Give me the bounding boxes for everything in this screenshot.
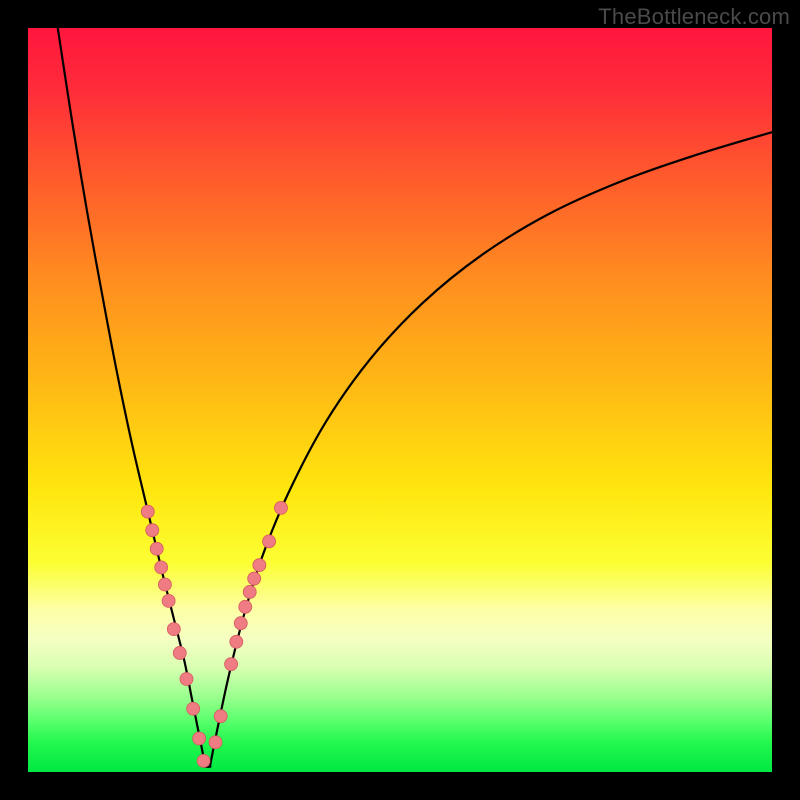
data-point (274, 501, 287, 514)
data-point (187, 702, 200, 715)
curve-group (58, 28, 772, 767)
data-point (158, 578, 171, 591)
chart-svg (28, 28, 772, 772)
data-point (248, 572, 261, 585)
watermark-text: TheBottleneck.com (598, 4, 790, 30)
data-point (162, 594, 175, 607)
data-point (155, 561, 168, 574)
data-point (197, 754, 210, 767)
data-point (180, 673, 193, 686)
data-point (239, 600, 252, 613)
data-point (150, 542, 163, 555)
data-point (263, 535, 276, 548)
data-point (141, 505, 154, 518)
data-point (214, 710, 227, 723)
data-point (253, 559, 266, 572)
data-point (167, 623, 180, 636)
chart-frame: TheBottleneck.com (0, 0, 800, 800)
data-point (209, 736, 222, 749)
data-markers (141, 501, 287, 767)
data-point (230, 635, 243, 648)
data-point (243, 585, 256, 598)
data-point (146, 524, 159, 537)
bottleneck-curve (58, 28, 772, 767)
data-point (193, 732, 206, 745)
data-point (173, 646, 186, 659)
data-point (225, 658, 238, 671)
data-point (234, 617, 247, 630)
